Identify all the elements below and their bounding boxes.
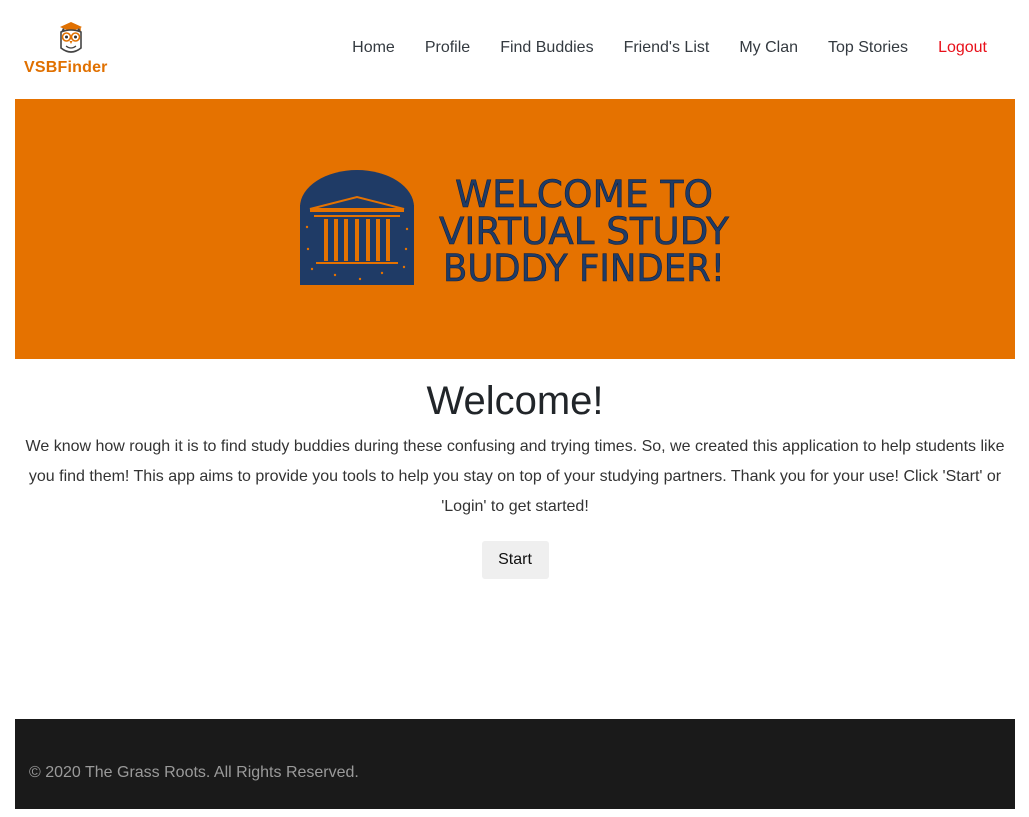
nav-link-find-buddies[interactable]: Find Buddies — [485, 38, 608, 58]
nav-link-top-stories[interactable]: Top Stories — [813, 38, 923, 58]
nav-link-my-clan[interactable]: My Clan — [724, 38, 813, 58]
brand-name: VSBFinder — [24, 59, 108, 76]
logout-link[interactable]: Logout — [923, 38, 1002, 58]
banner-line-3: BUDDY FINDER! — [443, 247, 725, 290]
nav-link-home[interactable]: Home — [337, 38, 410, 58]
footer: © 2020 The Grass Roots. All Rights Reser… — [15, 719, 1015, 809]
nav-item-my-clan: My Clan — [724, 38, 813, 58]
hero-banner: WELCOME TO VIRTUAL STUDY BUDDY FINDER! — [15, 99, 1015, 359]
nav-item-home: Home — [337, 38, 410, 58]
page-title: Welcome! — [426, 379, 604, 423]
nav-item-top-stories: Top Stories — [813, 38, 923, 58]
nav-menu: Home Profile Find Buddies Friend's List … — [337, 38, 1002, 58]
nav-item-logout: Logout — [923, 38, 1002, 58]
welcome-banner-image: WELCOME TO VIRTUAL STUDY BUDDY FINDER! — [300, 170, 730, 290]
nav-item-find-buddies: Find Buddies — [485, 38, 608, 58]
start-button[interactable]: Start — [481, 541, 549, 579]
welcome-section: Welcome! We know how rough it is to find… — [15, 370, 1015, 579]
nav-link-friends-list[interactable]: Friend's List — [609, 38, 725, 58]
navbar: VSBFinder Home Profile Find Buddies Frie… — [0, 0, 1029, 99]
nav-item-profile: Profile — [410, 38, 485, 58]
copyright-text: © 2020 The Grass Roots. All Rights Reser… — [29, 764, 359, 781]
owl-icon — [60, 22, 82, 53]
rotunda-icon — [300, 170, 414, 285]
brand-link[interactable]: VSBFinder — [24, 22, 124, 82]
nav-link-profile[interactable]: Profile — [410, 38, 485, 58]
intro-text: We know how rough it is to find study bu… — [25, 438, 1005, 515]
nav-item-friends-list: Friend's List — [609, 38, 725, 58]
